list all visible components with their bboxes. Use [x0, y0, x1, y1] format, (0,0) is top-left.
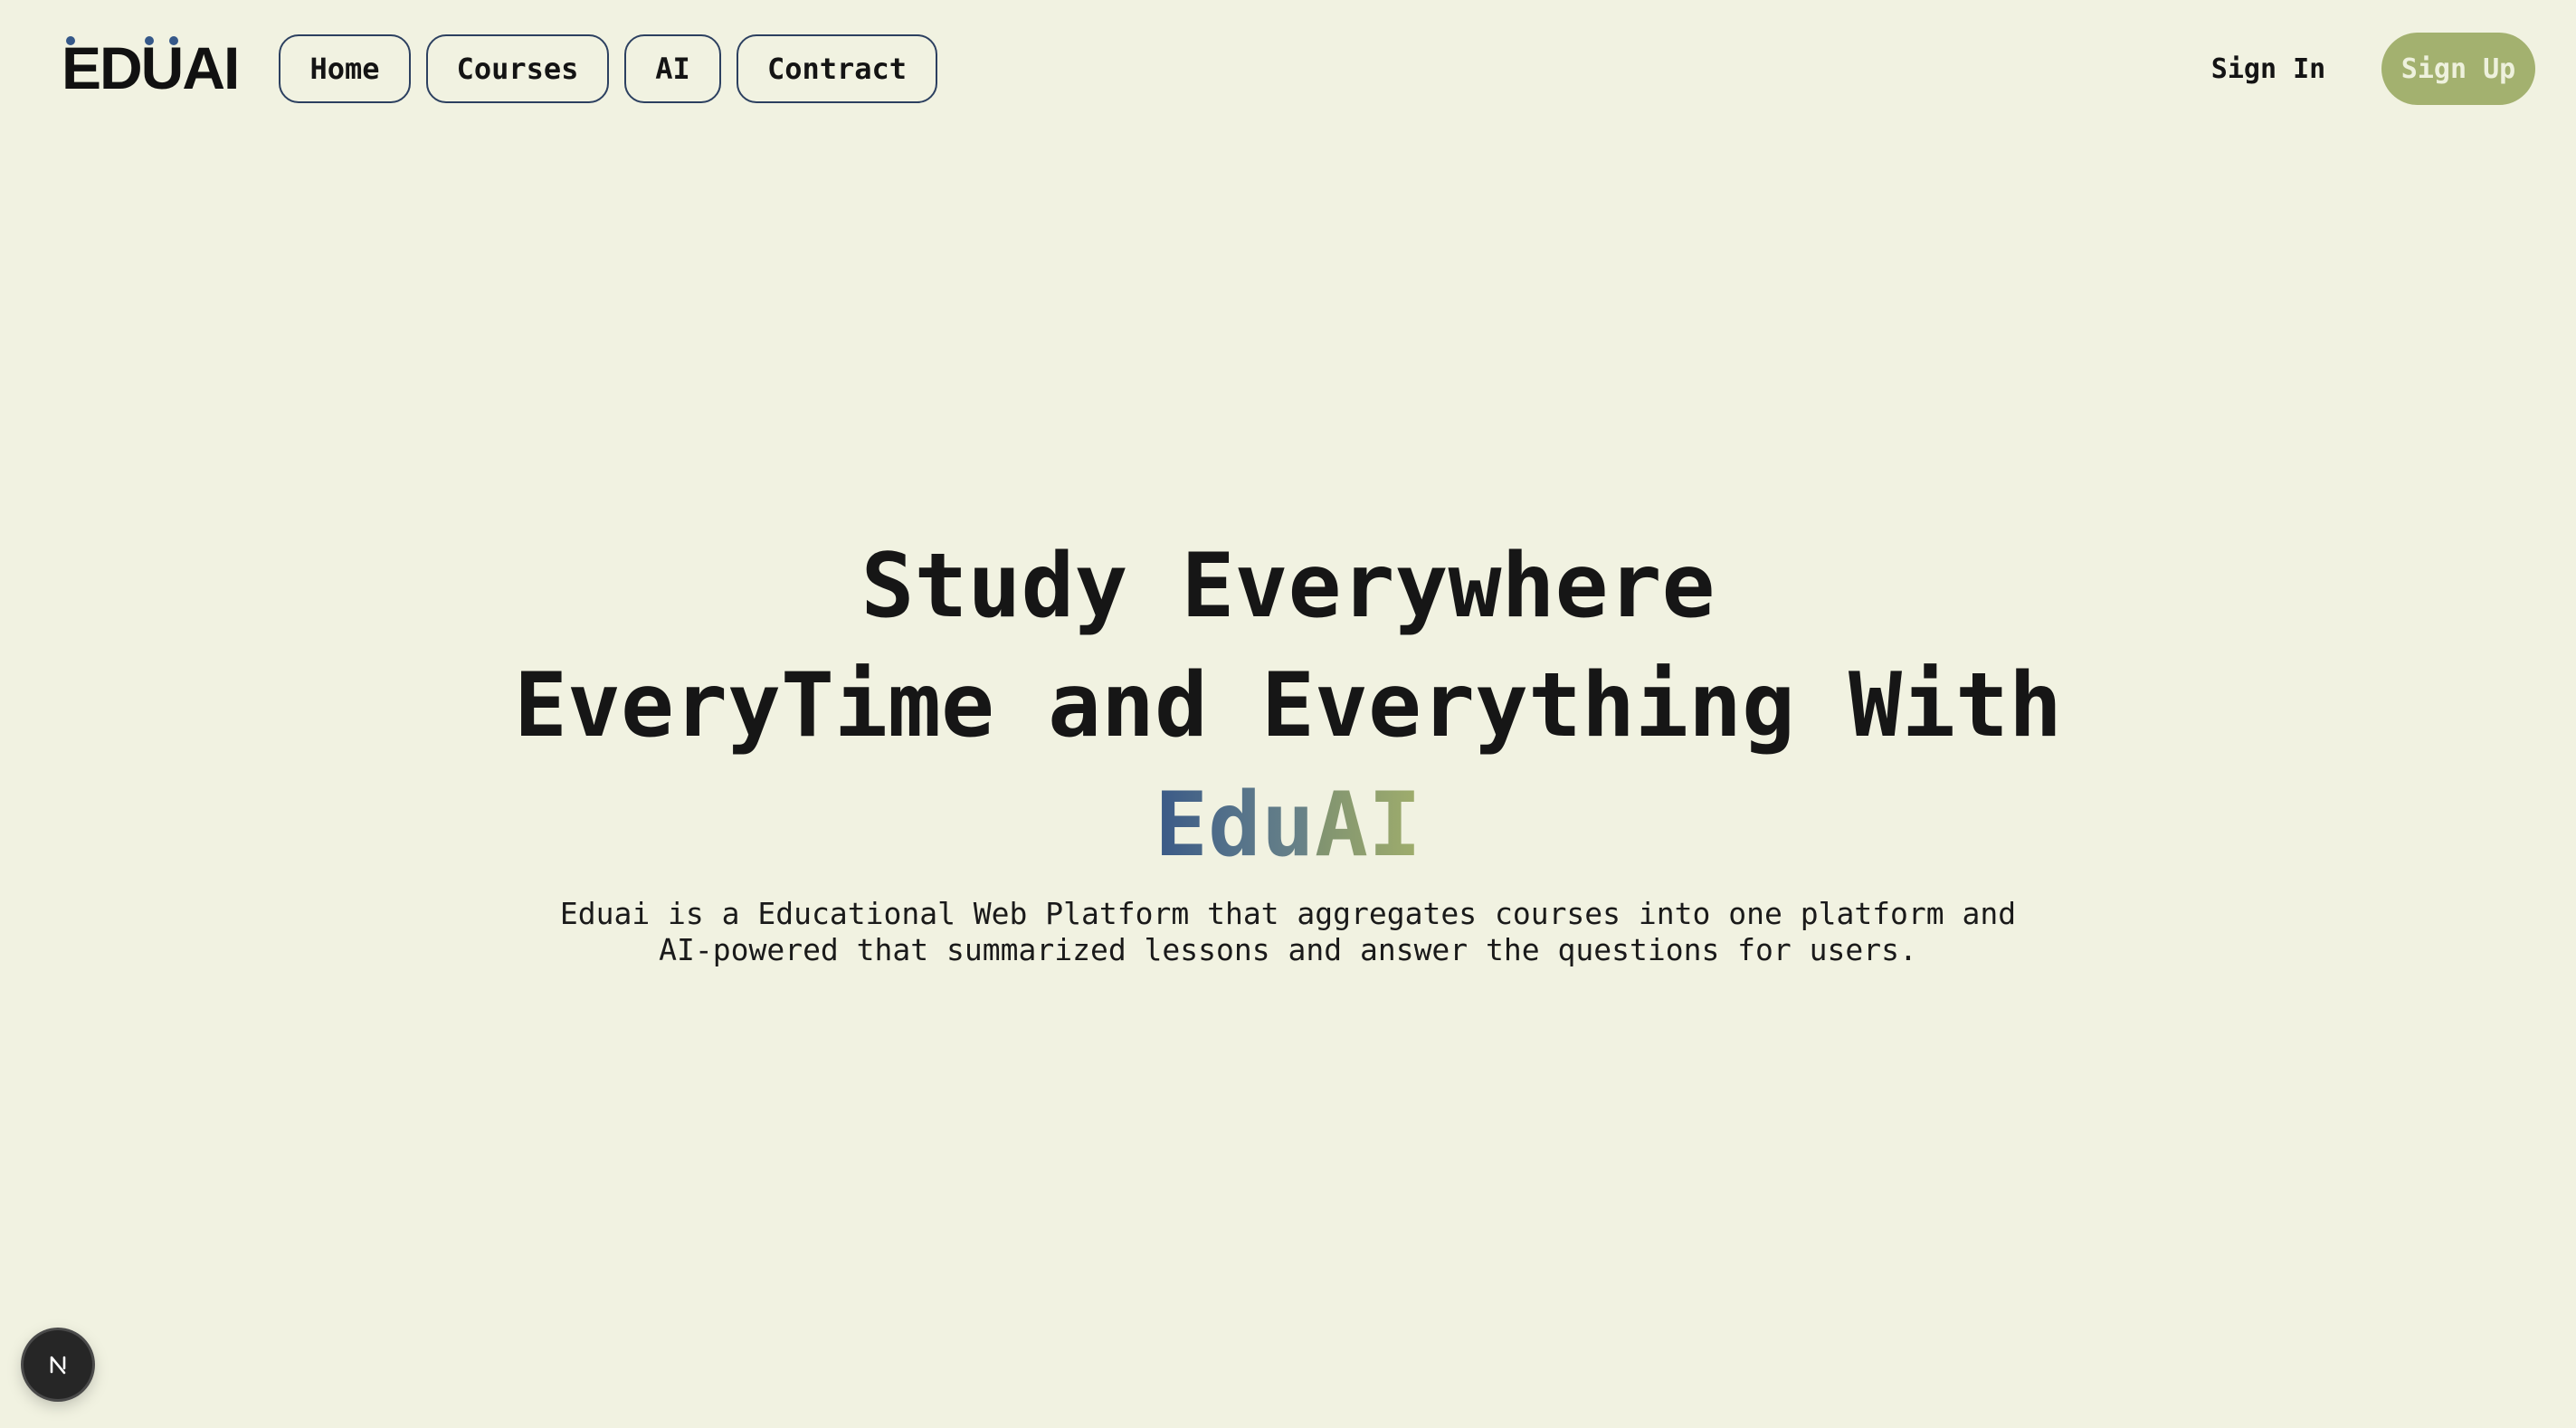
n-logo-icon — [50, 1356, 66, 1375]
nav-home-link[interactable]: Home — [279, 34, 411, 103]
hero-description-line-1: Eduai is a Educational Web Platform that… — [559, 896, 2017, 931]
eduai-logo[interactable]: EDUAI — [62, 33, 240, 101]
logo-text: EDUAI — [62, 34, 240, 101]
nav-contract-link[interactable]: Contract — [737, 34, 937, 103]
logo-dot-e — [66, 36, 75, 45]
nav-ai-link[interactable]: AI — [624, 34, 721, 103]
navbar: EDUAI Home Courses AI Contract Sign In S… — [0, 0, 2576, 138]
logo-dot-u-right — [169, 36, 178, 45]
hero-line-1: Study Everywhere — [860, 535, 1716, 638]
logo-dot-u-left — [145, 36, 154, 45]
hero-description-line-2: AI-powered that summarized lessons and a… — [659, 932, 1917, 967]
hero-description: Eduai is a Educational Web Platform that… — [0, 896, 2576, 968]
hero-heading: Study Everywhere EveryTime and Everythin… — [0, 527, 2576, 885]
nav-links: Home Courses AI Contract — [279, 34, 937, 103]
sign-in-button[interactable]: Sign In — [2201, 34, 2336, 103]
dev-tools-badge[interactable] — [24, 1330, 92, 1399]
hero-brand-name: EduAI — [0, 766, 2576, 885]
hero-line-2: EveryTime and Everything With — [513, 654, 2063, 757]
brand-ai-text: AI — [1315, 774, 1422, 877]
sign-up-button[interactable]: Sign Up — [2381, 33, 2535, 105]
brand-edu-text: Edu — [1154, 774, 1315, 877]
nav-courses-link[interactable]: Courses — [426, 34, 609, 103]
